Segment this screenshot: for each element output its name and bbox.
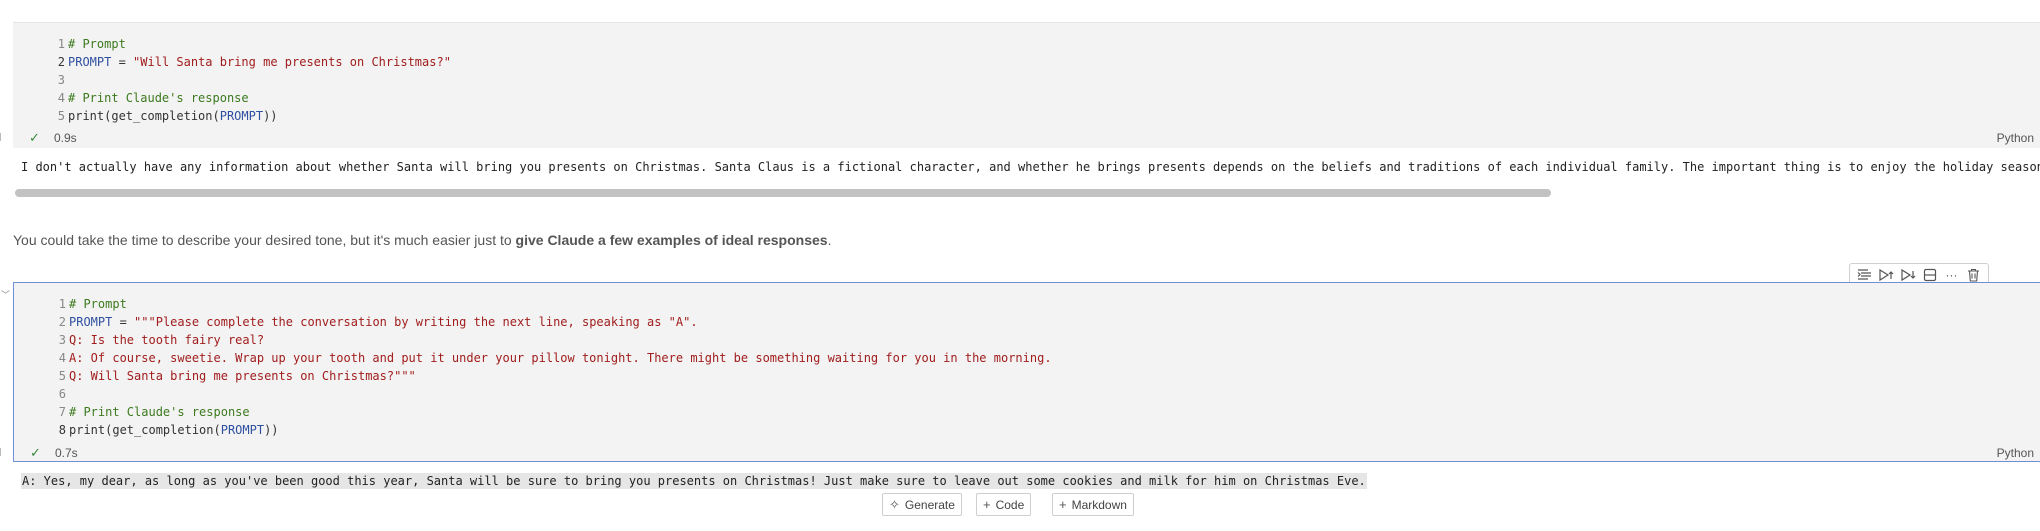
line-number: 7 bbox=[58, 405, 66, 419]
markdown-text-end: . bbox=[827, 232, 832, 248]
code-line[interactable]: 3 bbox=[13, 71, 2040, 89]
execution-time: 0.7s bbox=[55, 446, 78, 460]
code-line[interactable]: 2 PROMPT = "Will Santa bring me presents … bbox=[13, 53, 2040, 71]
code-line[interactable]: 4 A: Of course, sweetie. Wrap up your too… bbox=[14, 349, 2040, 367]
code-token: # Prompt bbox=[69, 297, 127, 311]
code-text: Q: Is the tooth fairy real? bbox=[69, 331, 264, 349]
code-token: )) bbox=[264, 423, 279, 437]
chevron-down-icon[interactable]: ﹀ bbox=[1, 288, 10, 301]
code-text: PROMPT = """Please complete the conversa… bbox=[69, 313, 698, 331]
code-token: = bbox=[112, 315, 135, 329]
markdown-text: You could take the time to describe your… bbox=[13, 232, 516, 248]
markdown-label: Markdown bbox=[1071, 497, 1127, 512]
code-text: # Prompt bbox=[69, 295, 127, 313]
line-number: 4 bbox=[58, 351, 66, 365]
language-selector[interactable]: Python bbox=[1997, 131, 2034, 145]
code-token: # Print Claude's response bbox=[69, 405, 250, 419]
check-icon: ✓ bbox=[29, 130, 40, 145]
cell-status-bar: ✓ 0.7s Python bbox=[14, 443, 2040, 463]
code-line[interactable]: 5 print(get_completion(PROMPT)) bbox=[13, 107, 2040, 125]
code-line[interactable]: 2 PROMPT = """Please complete the convers… bbox=[14, 313, 2040, 331]
line-number: 3 bbox=[58, 333, 66, 347]
code-token: = bbox=[111, 55, 134, 69]
code-token: PROMPT bbox=[220, 423, 265, 437]
markdown-cell[interactable]: You could take the time to describe your… bbox=[13, 232, 831, 248]
code-token: )) bbox=[263, 109, 278, 123]
line-number: 3 bbox=[57, 73, 65, 87]
horizontal-scrollbar[interactable] bbox=[15, 189, 1551, 197]
code-line[interactable]: 1 # Prompt bbox=[13, 35, 2040, 53]
line-number: 1 bbox=[57, 37, 65, 51]
code-line[interactable]: 1 # Prompt bbox=[14, 295, 2040, 313]
plus-icon: + bbox=[1059, 497, 1067, 512]
code-line[interactable]: 3 Q: Is the tooth fairy real? bbox=[14, 331, 2040, 349]
line-number: 4 bbox=[57, 91, 65, 105]
cell-status-bar: ✓ 0.9s Python bbox=[13, 128, 2040, 148]
cell-edge-marker bbox=[0, 133, 4, 141]
line-number: 8 bbox=[58, 423, 66, 437]
code-line[interactable]: 4 # Print Claude's response bbox=[13, 89, 2040, 107]
code-line[interactable]: 6 bbox=[14, 385, 2040, 403]
line-number: 6 bbox=[58, 387, 66, 401]
code-line[interactable]: 7 # Print Claude's response bbox=[14, 403, 2040, 421]
code-line[interactable]: 8 print(get_completion(PROMPT)) bbox=[14, 421, 2040, 439]
execution-time: 0.9s bbox=[54, 131, 77, 145]
line-number: 5 bbox=[57, 109, 65, 123]
code-cell-2[interactable]: 1 # Prompt 2 PROMPT = """Please complete th… bbox=[13, 282, 2040, 462]
code-text: A: Of course, sweetie. Wrap up your toot… bbox=[69, 349, 1052, 367]
generate-label: Generate bbox=[904, 497, 955, 512]
code-text: # Prompt bbox=[68, 35, 126, 53]
code-editor[interactable]: 1 # Prompt 2 PROMPT = """Please complete th… bbox=[14, 295, 2040, 439]
code-token: PROMPT bbox=[68, 55, 112, 69]
code-text: print(get_completion(PROMPT)) bbox=[68, 107, 278, 125]
cell-edge-marker bbox=[0, 448, 4, 456]
code-token: "Will Santa bring me presents on Christm… bbox=[133, 55, 451, 69]
cell-output: I don't actually have any information ab… bbox=[21, 160, 2040, 174]
code-token: print(get_completion( bbox=[68, 109, 220, 123]
code-line[interactable]: 5 Q: Will Santa bring me presents on Chri… bbox=[14, 367, 2040, 385]
code-editor[interactable]: 1 # Prompt 2 PROMPT = "Will Santa bring me … bbox=[13, 35, 2040, 125]
line-number: 2 bbox=[58, 315, 66, 329]
line-number: 5 bbox=[58, 369, 66, 383]
code-token: Q: Will Santa bring me presents on Chris… bbox=[69, 369, 416, 383]
code-text: PROMPT = "Will Santa bring me presents o… bbox=[68, 53, 451, 71]
code-token: PROMPT bbox=[219, 109, 264, 123]
check-icon: ✓ bbox=[30, 445, 41, 460]
code-token: A: Of course, sweetie. Wrap up your toot… bbox=[69, 351, 1052, 365]
code-token: PROMPT bbox=[69, 315, 113, 329]
code-text: Q: Will Santa bring me presents on Chris… bbox=[69, 367, 416, 385]
code-token: # Print Claude's response bbox=[68, 91, 249, 105]
code-text: # Print Claude's response bbox=[68, 89, 249, 107]
code-cell-1[interactable]: 1 # Prompt 2 PROMPT = "Will Santa bring me … bbox=[13, 22, 2040, 148]
line-number: 2 bbox=[57, 55, 65, 69]
code-token: Q: Is the tooth fairy real? bbox=[69, 333, 265, 347]
markdown-bold-text: give Claude a few examples of ideal resp… bbox=[515, 232, 828, 248]
code-text: print(get_completion(PROMPT)) bbox=[69, 421, 279, 439]
plus-icon: + bbox=[983, 497, 991, 512]
add-markdown-button[interactable]: + Markdown bbox=[1052, 493, 1134, 516]
sparkle-icon: ✧ bbox=[889, 496, 900, 512]
code-token: # Prompt bbox=[68, 37, 126, 51]
language-selector[interactable]: Python bbox=[1997, 446, 2034, 460]
generate-button[interactable]: ✧ Generate bbox=[882, 493, 962, 516]
code-label: Code bbox=[995, 497, 1025, 512]
code-token: print(get_completion( bbox=[69, 423, 221, 437]
code-text: # Print Claude's response bbox=[69, 403, 250, 421]
line-number: 1 bbox=[58, 297, 66, 311]
cell-output: A: Yes, my dear, as long as you've been … bbox=[21, 473, 1367, 489]
code-token: """Please complete the conversation by w… bbox=[134, 315, 698, 329]
add-code-button[interactable]: + Code bbox=[976, 493, 1032, 516]
